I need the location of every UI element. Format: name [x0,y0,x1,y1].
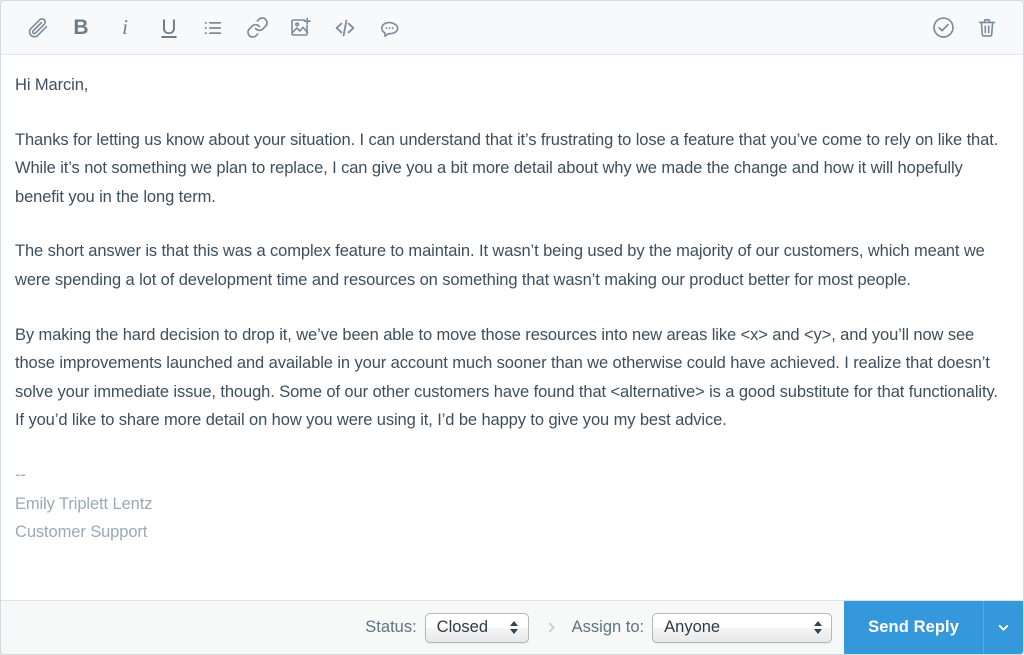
trash-icon[interactable] [965,8,1009,48]
send-reply-group: Send Reply [844,601,1023,654]
underline-icon[interactable]: U [147,8,191,48]
message-editor[interactable]: Hi Marcin, Thanks for letting us know ab… [1,55,1023,600]
chevron-right-icon [545,620,558,635]
status-select[interactable]: Closed [424,612,529,643]
status-label: Status: [365,618,417,636]
insert-image-icon[interactable] [279,8,323,48]
italic-icon[interactable]: i [103,8,147,48]
toolbar-right-group [921,8,1009,48]
message-paragraph-1: Thanks for letting us know about your si… [15,130,999,206]
message-paragraph-3: By making the hard decision to drop it, … [15,325,998,430]
signature-title: Customer Support [15,523,148,542]
check-circle-icon[interactable] [921,8,965,48]
send-reply-button[interactable]: Send Reply [844,601,983,654]
bold-label: B [73,16,89,39]
saved-reply-icon[interactable] [367,8,411,48]
code-icon[interactable] [323,8,367,48]
footer-controls: Status: Closed Assign to: Anyone [365,601,844,654]
signature-separator: -- [15,465,26,484]
status-select-value: Closed [436,618,489,637]
signature-name: Emily Triplett Lentz [15,494,153,513]
stepper-arrows-icon [813,620,822,636]
bullet-list-icon[interactable] [191,8,235,48]
link-icon[interactable] [235,8,279,48]
send-options-dropdown[interactable] [983,601,1023,654]
message-paragraph-2: The short answer is that this was a comp… [15,242,985,289]
signature-block: -- Emily Triplett Lentz Customer Support [15,461,1009,547]
assign-select[interactable]: Anyone [652,612,833,643]
attachment-icon[interactable] [15,8,59,48]
stepper-arrows-icon [510,620,519,636]
chevron-down-icon [998,625,1009,631]
bold-icon[interactable]: B [59,8,103,48]
composer-footer: Status: Closed Assign to: Anyone Send Re… [1,600,1023,654]
assign-label: Assign to: [571,618,645,636]
formatting-toolbar: B i U [1,1,1023,55]
reply-composer: B i U Hi Marcin, Thanks for letting us k… [0,0,1024,655]
message-greeting: Hi Marcin, [15,76,89,94]
italic-label: i [122,15,128,39]
toolbar-left-group: B i U [15,8,921,48]
underline-label: U [161,16,177,39]
assign-select-value: Anyone [664,618,721,637]
